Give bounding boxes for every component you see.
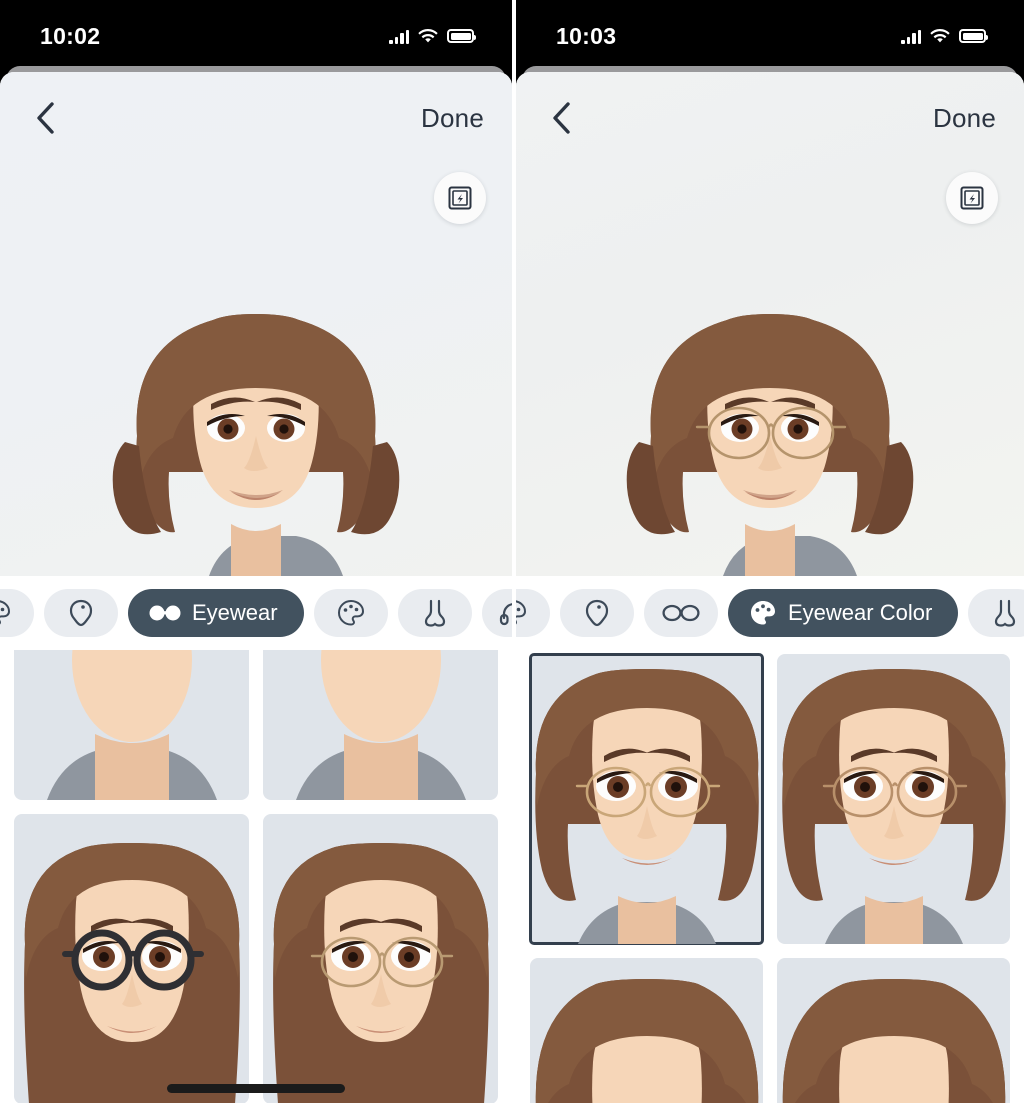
status-bar: 10:02	[0, 0, 512, 72]
wifi-icon	[418, 28, 438, 44]
tab-eyewear-label: Eyewear	[192, 600, 278, 625]
tab-eyewear[interactable]	[644, 589, 718, 637]
phone-screen-eyewear: 10:02 Done Eyewear	[0, 0, 512, 1103]
tab-face-shape[interactable]	[44, 589, 118, 637]
eyewear-color-option-gold[interactable]	[529, 653, 764, 945]
tab-eyewear-color[interactable]	[313, 589, 388, 637]
back-button[interactable]	[544, 101, 578, 135]
tab-eyewear-color-label: Eyewear Color	[788, 600, 933, 625]
glasses-outline-icon	[662, 604, 700, 622]
face-shape-icon	[69, 599, 93, 627]
category-tab-strip[interactable]: Eyewear Color	[516, 576, 1024, 650]
tab-nose[interactable]	[968, 589, 1024, 637]
avatar-preview-area: Done	[516, 72, 1024, 576]
avatar-preview-area: Done	[0, 72, 512, 576]
headphones-icon	[499, 603, 512, 626]
cellular-bars-icon	[389, 29, 409, 44]
tab-skin-color[interactable]	[0, 589, 34, 637]
palette-icon	[516, 600, 527, 625]
tab-headwear[interactable]	[481, 589, 512, 637]
home-indicator[interactable]	[167, 1084, 345, 1093]
palette-icon	[0, 600, 11, 625]
eyewear-option-none-b[interactable]	[263, 650, 498, 800]
avatar-editor-app: Done Eyewear	[0, 72, 512, 1103]
palette-icon	[337, 599, 364, 626]
battery-full-icon	[959, 29, 988, 43]
status-time: 10:02	[40, 22, 101, 49]
eyewear-option-oval-metal[interactable]	[263, 814, 498, 1103]
done-button[interactable]: Done	[933, 103, 996, 134]
nose-icon	[424, 599, 445, 627]
effects-button[interactable]	[434, 172, 486, 224]
back-button[interactable]	[28, 101, 62, 135]
cellular-bars-icon	[901, 29, 921, 44]
avatar-editor-app: Done Eyewear Color	[516, 72, 1024, 1103]
eyewear-color-options-grid[interactable]	[516, 650, 1024, 1103]
nose-icon	[995, 599, 1016, 627]
face-shape-icon	[585, 599, 609, 627]
navigation-bar: Done	[0, 72, 512, 164]
eyewear-options-grid[interactable]	[0, 650, 512, 1103]
glasses-filled-icon	[149, 605, 181, 621]
battery-full-icon	[447, 29, 476, 43]
category-tab-strip[interactable]: Eyewear	[0, 576, 512, 650]
tab-eyewear-color[interactable]: Eyewear Color	[728, 589, 959, 637]
eyewear-color-option-dark[interactable]	[777, 958, 1010, 1103]
dual-screen-comparison: 10:02 Done Eyewear 10:03 Done Eyewear Co…	[0, 0, 1024, 1103]
tab-nose[interactable]	[397, 589, 472, 637]
status-bar: 10:03	[516, 0, 1024, 72]
eyewear-color-option-red[interactable]	[530, 958, 763, 1103]
effects-button[interactable]	[946, 172, 998, 224]
navigation-bar: Done	[516, 72, 1024, 164]
chevron-left-icon	[37, 102, 54, 134]
palette-icon	[751, 601, 775, 625]
status-indicators	[389, 28, 476, 44]
status-time: 10:03	[556, 22, 617, 49]
done-button[interactable]: Done	[421, 103, 484, 134]
eyewear-color-option-tan[interactable]	[777, 654, 1010, 944]
tab-eyewear[interactable]: Eyewear	[128, 589, 304, 637]
eyewear-option-round-black[interactable]	[14, 814, 249, 1103]
wifi-icon	[930, 28, 950, 44]
photo-effects-icon	[448, 186, 472, 210]
eyewear-option-none-a[interactable]	[14, 650, 249, 800]
phone-screen-eyewear-color: 10:03 Done Eyewear Color	[512, 0, 1024, 1103]
status-indicators	[901, 28, 988, 44]
chevron-left-icon	[553, 102, 570, 134]
tab-skin-color[interactable]	[516, 589, 550, 637]
photo-effects-icon	[960, 186, 984, 210]
tab-face-shape[interactable]	[560, 589, 634, 637]
